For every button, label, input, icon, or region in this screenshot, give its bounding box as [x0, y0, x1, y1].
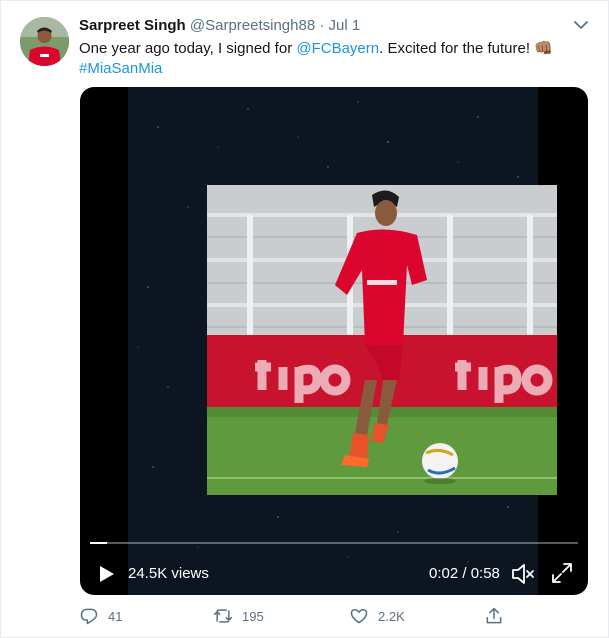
reply-count: 41 — [108, 608, 123, 624]
author-handle[interactable]: @Sarpreetsingh88 — [190, 17, 315, 34]
retweet-button[interactable]: 195 — [213, 605, 264, 627]
tweet-header: Sarpreet Singh @Sarpreetsingh88 · Jul 1 — [79, 17, 360, 34]
retweet-icon — [213, 609, 233, 623]
video-frame — [128, 87, 557, 595]
video-player[interactable]: 24.5K views 0:02 / 0:58 — [80, 87, 588, 595]
play-icon[interactable] — [95, 563, 117, 585]
tweet-card[interactable]: Sarpreet Singh @Sarpreetsingh88 · Jul 1 … — [0, 0, 609, 638]
fullscreen-icon[interactable] — [550, 561, 574, 585]
volume-muted-icon[interactable] — [510, 561, 536, 587]
avatar[interactable] — [20, 17, 69, 66]
retweet-count: 195 — [242, 608, 264, 624]
like-button[interactable]: 2.2K — [349, 605, 405, 627]
view-count: 24.5K views — [128, 565, 209, 582]
share-button[interactable] — [484, 605, 504, 627]
video-thumbnail — [207, 185, 557, 495]
tweet-text-suffix: . Excited for the future! 👊🏽 — [379, 40, 553, 57]
video-progress-bar[interactable] — [90, 542, 578, 544]
share-icon — [486, 607, 502, 624]
tweet-actions: 41 195 2.2K — [79, 605, 519, 627]
video-progress-fill — [90, 542, 107, 544]
mention-link[interactable]: @FCBayern — [296, 40, 379, 57]
reply-button[interactable]: 41 — [79, 605, 122, 627]
tweet-text: One year ago today, I signed for @FCBaye… — [79, 39, 579, 79]
chevron-down-icon[interactable] — [571, 15, 591, 35]
heart-icon — [350, 609, 368, 624]
hashtag-link[interactable]: #MiaSanMia — [79, 60, 162, 77]
reply-icon — [80, 608, 98, 625]
author-name[interactable]: Sarpreet Singh — [79, 17, 186, 34]
tweet-date[interactable]: · Jul 1 — [319, 17, 360, 34]
video-timestamp: 0:02 / 0:58 — [429, 565, 500, 582]
tweet-text-prefix: One year ago today, I signed for — [79, 40, 297, 57]
like-count: 2.2K — [378, 608, 405, 624]
